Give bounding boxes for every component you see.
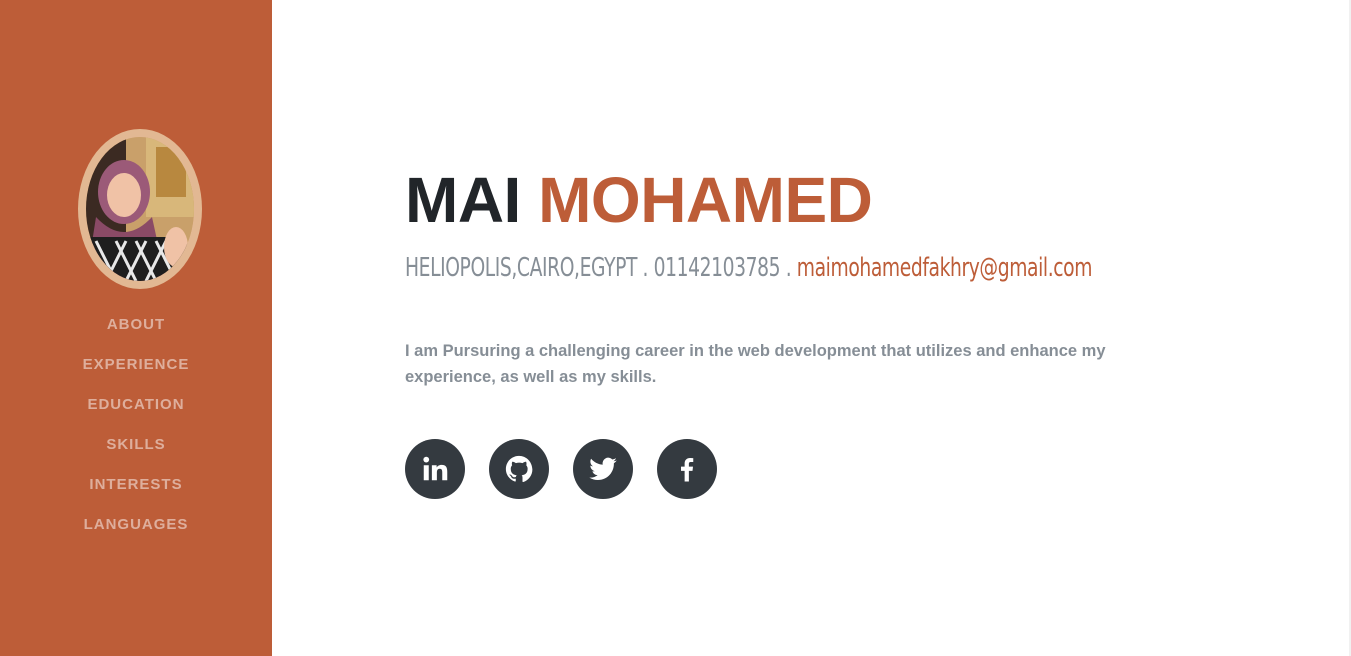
sidebar: ABOUT EXPERIENCE EDUCATION SKILLS INTERE…: [0, 0, 272, 656]
about-lead: I am Pursuring a challenging career in t…: [405, 342, 1106, 386]
nav-item-about: ABOUT: [0, 312, 272, 352]
last-name: MOHAMED: [538, 164, 873, 236]
facebook-button[interactable]: [657, 439, 717, 499]
nav-link-interests[interactable]: INTERESTS: [89, 476, 182, 493]
linkedin-button[interactable]: [405, 439, 465, 499]
nav-link-skills[interactable]: SKILLS: [106, 436, 165, 453]
nav-item-education: EDUCATION: [0, 392, 272, 432]
twitter-icon: [589, 457, 617, 481]
facebook-icon: [681, 458, 694, 482]
page-title: MAI MOHAMED: [405, 160, 1305, 240]
nav-item-interests: INTERESTS: [0, 472, 272, 512]
nav-link-education[interactable]: EDUCATION: [87, 396, 184, 413]
first-name: MAI: [405, 164, 521, 236]
nav-link-languages[interactable]: LANGUAGES: [84, 516, 189, 533]
about-section: MAI MOHAMED HELIOPOLIS,CAIRO,EGYPT . 011…: [405, 160, 1305, 499]
nav-link-experience[interactable]: EXPERIENCE: [83, 356, 190, 373]
linkedin-icon: [423, 456, 448, 481]
github-icon: [505, 455, 533, 483]
contact-address-phone: HELIOPOLIS,CAIRO,EGYPT . 01142103785 .: [405, 253, 797, 283]
sidebar-nav: ABOUT EXPERIENCE EDUCATION SKILLS INTERE…: [0, 312, 272, 552]
nav-item-experience: EXPERIENCE: [0, 352, 272, 392]
contact-subheading: HELIOPOLIS,CAIRO,EGYPT . 01142103785 . m…: [405, 250, 1125, 286]
nav-link-about[interactable]: ABOUT: [107, 316, 165, 333]
github-button[interactable]: [489, 439, 549, 499]
nav-item-languages: LANGUAGES: [0, 512, 272, 552]
twitter-button[interactable]: [573, 439, 633, 499]
profile-avatar[interactable]: [78, 129, 202, 289]
avatar-image: [86, 137, 194, 281]
social-icons: [405, 439, 717, 499]
email-link[interactable]: maimohamedfakhry@gmail.com: [797, 253, 1093, 283]
nav-item-skills: SKILLS: [0, 432, 272, 472]
